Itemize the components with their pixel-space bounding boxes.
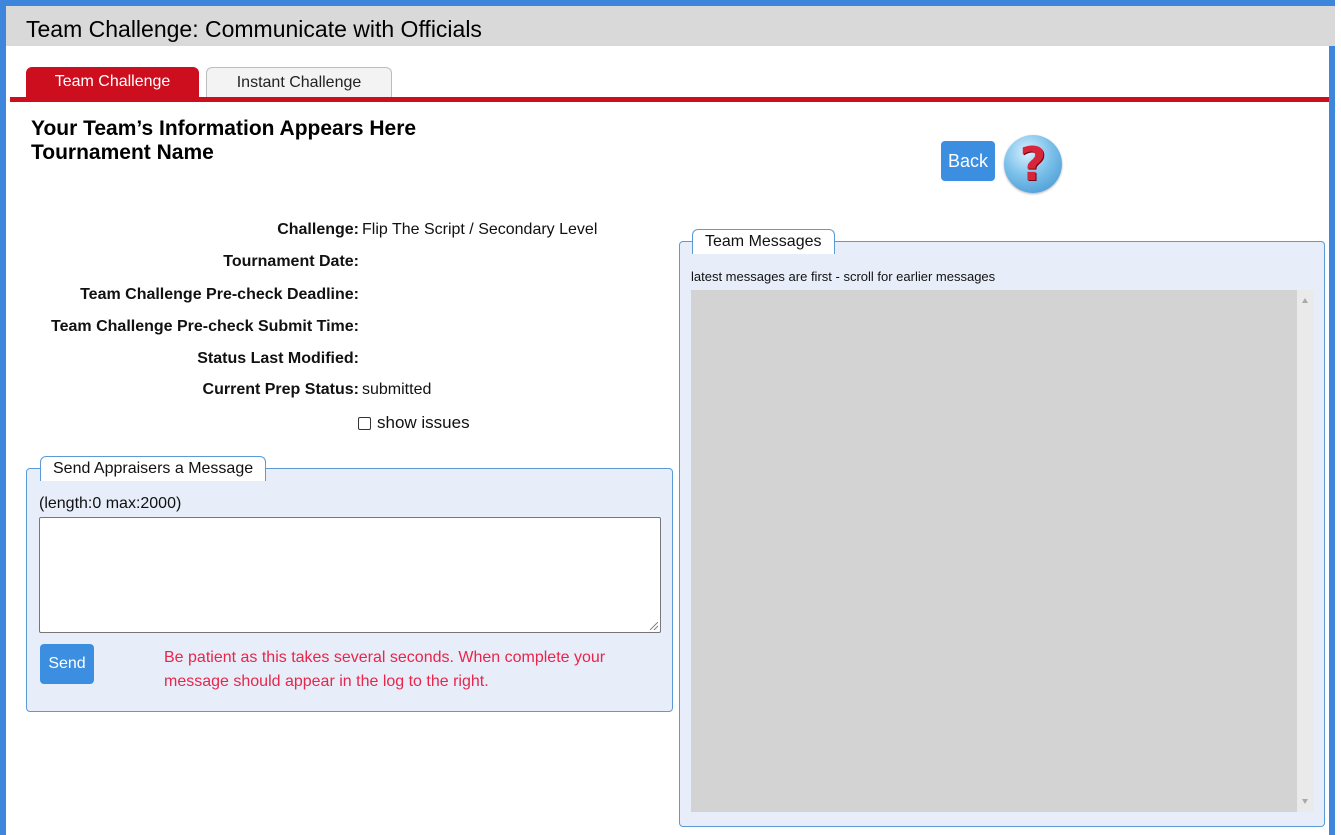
detail-row-status-modified: Status Last Modified: <box>0 350 640 374</box>
message-length-counter: (length:0 max:2000) <box>39 495 182 512</box>
help-glyph: ? <box>1019 137 1047 191</box>
detail-label: Team Challenge Pre-check Deadline: <box>80 286 359 303</box>
messages-scrollbar[interactable] <box>1297 290 1314 812</box>
textarea-resize-grip[interactable] <box>650 622 658 630</box>
detail-label: Status Last Modified: <box>197 350 359 367</box>
show-issues-toggle[interactable]: show issues <box>358 413 470 433</box>
help-question-icon[interactable]: ? <box>1004 135 1062 193</box>
send-notice: Be patient as this takes several seconds… <box>164 649 606 690</box>
team-info: Your Team’s Information Appears Here Tou… <box>31 117 416 165</box>
back-button[interactable]: Back <box>941 141 995 181</box>
detail-label: Challenge: <box>277 221 359 238</box>
messages-panel-legend: Team Messages <box>692 229 835 254</box>
team-info-line: Your Team’s Information Appears Here <box>31 117 417 140</box>
detail-label: Team Challenge Pre-check Submit Time: <box>51 318 359 335</box>
show-issues-label: show issues <box>377 413 470 432</box>
send-button[interactable]: Send <box>40 644 94 684</box>
show-issues-checkbox[interactable] <box>358 416 371 430</box>
detail-row-precheck-submit-time: Team Challenge Pre-check Submit Time: <box>0 318 640 342</box>
detail-label: Tournament Date: <box>223 253 359 270</box>
message-textarea[interactable] <box>39 517 661 633</box>
tab-underline <box>10 97 1329 102</box>
detail-value: Flip The Script / Secondary Level <box>362 221 598 238</box>
tab-team-challenge[interactable]: Team Challenge <box>26 67 199 98</box>
detail-label: Current Prep Status: <box>202 381 359 398</box>
tab-instant-challenge[interactable]: Instant Challenge <box>206 67 392 98</box>
page-title: Team Challenge: Communicate with Officia… <box>6 6 1335 46</box>
tournament-name: Tournament Name <box>31 141 214 164</box>
messages-log[interactable] <box>691 290 1314 812</box>
detail-row-challenge: Challenge: Flip The Script / Secondary L… <box>0 221 640 245</box>
send-panel-legend: Send Appraisers a Message <box>40 456 267 481</box>
detail-row-prep-status: Current Prep Status: submitted <box>0 381 640 405</box>
detail-row-precheck-deadline: Team Challenge Pre-check Deadline: <box>0 286 640 310</box>
scroll-down-arrow-icon[interactable] <box>1302 799 1308 804</box>
scroll-up-arrow-icon[interactable] <box>1302 298 1308 303</box>
detail-value: submitted <box>362 381 432 398</box>
messages-hint: latest messages are first - scroll for e… <box>691 269 996 284</box>
detail-row-tournament-date: Tournament Date: <box>0 253 640 277</box>
